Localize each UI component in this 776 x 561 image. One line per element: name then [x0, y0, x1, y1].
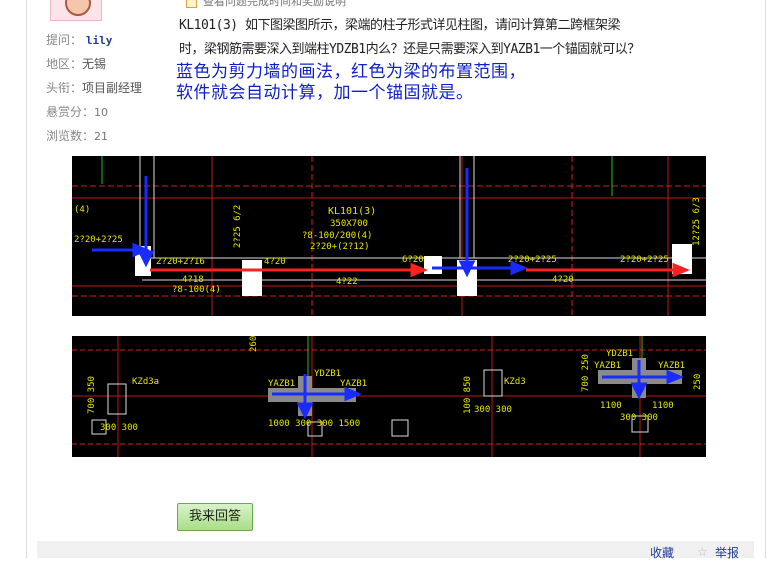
views-label: 浏览数： — [46, 129, 95, 143]
views-value: 21 — [94, 130, 109, 143]
cad2-blue-arrow-1 — [344, 386, 362, 402]
cad-beam-arrow-1 — [410, 262, 428, 278]
cad-text-l10: 4?20 — [552, 275, 574, 285]
cad-text-stirrup: ?8-100/200(4) — [302, 231, 372, 241]
cad-text-v2: 12?25 6/3 — [692, 197, 702, 246]
answer-line-1: 蓝色为剪力墙的画法，红色为梁的布置范围， — [176, 62, 526, 82]
cad2-text-yazb1-d: YAZB1 — [658, 361, 685, 371]
region-label: 地区： — [46, 57, 83, 71]
title-value: 项目副经理 — [82, 81, 143, 95]
cad2-text-dim4: 100 850 — [463, 376, 473, 414]
meta-asker: 提问： lily — [46, 31, 112, 48]
cad-text-l9: 4?22 — [336, 277, 358, 287]
cad-text-l4: 6?20 — [402, 255, 424, 265]
reply-button[interactable]: 我来回答 — [177, 503, 253, 531]
cad2-text-yazb1-a: YAZB1 — [268, 379, 295, 389]
cad2-text-dim5: 300 300 — [474, 405, 512, 415]
right-frame-line — [765, 0, 766, 558]
avatar-face — [65, 0, 91, 16]
cad2-text-kz2: KZd3 — [504, 377, 526, 387]
cad2-text-dim8: 300 300 — [620, 413, 658, 423]
cad-text-l2: 2?20+2?16 — [156, 257, 205, 267]
note-icon — [186, 0, 197, 8]
cad-text-beam-id: KL101(3) — [328, 206, 376, 217]
meta-reward: 悬赏分：10 — [46, 103, 108, 120]
cad-text-l6: 2?20+2?25 — [620, 255, 669, 265]
cad-text-l3: 4?20 — [264, 257, 286, 267]
cad-text-beam-size: 350X700 — [330, 219, 368, 229]
question-line-1: KL101(3) 如下图梁图所示，梁端的柱子形式详见柱图，请问计算第二跨框架梁 — [179, 18, 620, 33]
answer-text: 蓝色为剪力墙的画法，红色为梁的布置范围， 软件就会自动计算，加一个锚固就是。 — [176, 62, 526, 104]
cad2-text-dim9: 700 250 — [581, 354, 591, 392]
action-bar — [37, 541, 754, 558]
top-note-text: 查看问题完成时间和奖励说明 — [203, 0, 346, 8]
title-label: 头衔： — [46, 81, 83, 95]
cad2-text-dim10: 260 — [249, 336, 259, 352]
cad-column-plan-image[interactable]: KZd3a KZd3 YAZB1 YDZB1 YAZB1 YDZB1 YAZB1… — [72, 336, 706, 457]
cad2-text-dim6: 1100 — [600, 401, 622, 411]
reward-value: 10 — [94, 106, 109, 119]
cad-text-l11: (4) — [74, 205, 90, 215]
cad2-text-ydzb1-b: YDZB1 — [606, 349, 633, 359]
question-line-2: 时，梁钢筋需要深入到端柱YDZB1内么？还是只需要深入到YAZB1一个锚固就可以… — [179, 42, 640, 57]
cad-text-l7: 4?18 — [182, 275, 204, 285]
question-text: KL101(3) 如下图梁图所示，梁端的柱子形式详见柱图，请问计算第二跨框架梁 … — [179, 14, 749, 62]
avatar[interactable] — [50, 0, 102, 21]
cad2-text-ydzb1-a: YDZB1 — [314, 369, 341, 379]
cad2-text-dim7: 1100 — [652, 401, 674, 411]
reward-label: 悬赏分： — [46, 105, 95, 119]
cad2-text-yazb1-c: YAZB1 — [594, 361, 621, 371]
top-note[interactable]: 查看问题完成时间和奖励说明 — [186, 0, 346, 9]
cad2-text-yazb1-b: YAZB1 — [340, 379, 367, 389]
cad-column-2 — [242, 260, 262, 296]
asker-label: 提问： — [46, 33, 83, 47]
cad2-column-kz1 — [107, 383, 127, 415]
cad2-text-dim3: 1000 300 300 1500 — [268, 419, 360, 429]
left-frame-line — [26, 0, 27, 558]
cad2-column-kz2 — [483, 369, 503, 397]
meta-region: 地区：无锡 — [46, 55, 106, 72]
cad2-text-kz1: KZd3a — [132, 377, 159, 387]
meta-views: 浏览数：21 — [46, 127, 108, 144]
region-value: 无锡 — [82, 57, 107, 71]
cad-text-l1: 2?20+2?25 — [74, 235, 123, 245]
favorite-link[interactable]: 收藏 — [650, 544, 674, 561]
asker-name-link[interactable]: lily — [86, 34, 113, 47]
cad-text-mid-bar: 2?20+(2?12) — [310, 242, 370, 252]
cad-beam-plan-image[interactable]: KL101(3) 350X700 ?8-100/200(4) 2?20+(2?1… — [72, 156, 706, 316]
answer-line-2: 软件就会自动计算，加一个锚固就是。 — [176, 83, 474, 103]
cad-text-v1: 2?25 6/2 — [233, 205, 243, 248]
cad2-text-dim11: 250 — [693, 374, 703, 390]
cad2-text-dim2: 300 300 — [100, 423, 138, 433]
cad2-small-box-2 — [391, 419, 409, 437]
cad-text-l8: ?8-100(4) — [172, 285, 221, 295]
report-link[interactable]: 举报 — [715, 544, 739, 561]
cad-column-3 — [424, 256, 442, 274]
meta-title: 头衔：项目副经理 — [46, 79, 142, 96]
cad2-text-dim1: 700 350 — [87, 376, 97, 414]
star-icon: ☆ — [697, 545, 708, 559]
